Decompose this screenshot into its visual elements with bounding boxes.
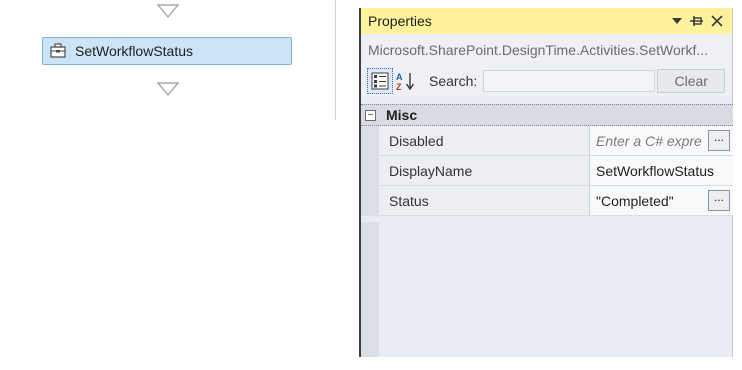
set-status-icon	[50, 43, 66, 58]
property-name: Status	[379, 186, 590, 215]
pin-icon[interactable]	[690, 14, 704, 28]
title-buttons	[670, 8, 724, 34]
property-row-displayname[interactable]: DisplayName SetWorkflowStatus	[361, 156, 733, 186]
property-name: DisplayName	[379, 156, 590, 185]
activity-label: SetWorkflowStatus	[75, 43, 194, 59]
clear-button[interactable]: Clear	[657, 69, 726, 93]
activity-setworkflowstatus[interactable]: SetWorkflowStatus	[42, 37, 292, 65]
properties-toolbar: A Z Search: Clear	[361, 66, 732, 96]
dropdown-icon[interactable]	[670, 14, 684, 28]
displayname-value[interactable]: SetWorkflowStatus	[596, 163, 714, 179]
grid-gutter-fill	[361, 222, 379, 357]
property-row-disabled[interactable]: Disabled Enter a C# expre ...	[361, 126, 733, 156]
search-label: Search:	[429, 73, 478, 89]
ellipsis-button[interactable]: ...	[708, 190, 730, 211]
property-grid: − Misc Disabled Enter a C# expre ... Dis…	[361, 104, 733, 216]
close-icon[interactable]	[710, 14, 724, 28]
search-input[interactable]	[483, 70, 656, 92]
svg-text:Z: Z	[396, 82, 402, 91]
properties-title: Properties	[368, 13, 432, 29]
drop-arrow-icon[interactable]	[157, 4, 179, 18]
workflow-designer: SetWorkflowStatus	[0, 0, 336, 370]
property-row-status[interactable]: Status "Completed" ...	[361, 186, 733, 216]
collapse-icon[interactable]: −	[365, 109, 376, 121]
expression-placeholder[interactable]: Enter a C# expre	[596, 133, 704, 149]
property-value-displayname[interactable]: SetWorkflowStatus	[590, 156, 733, 185]
property-name: Disabled	[379, 126, 590, 155]
properties-pane: Properties Microsoft.SharePoint.DesignTi…	[359, 8, 733, 357]
drop-arrow-icon[interactable]	[157, 82, 179, 96]
category-misc[interactable]: − Misc	[361, 104, 733, 126]
row-gutter	[361, 156, 379, 185]
svg-text:A: A	[396, 72, 403, 82]
row-gutter	[361, 186, 379, 215]
sort-alpha-icon[interactable]: A Z	[393, 68, 419, 94]
status-value[interactable]: "Completed"	[596, 193, 674, 209]
property-value-status[interactable]: "Completed" ...	[590, 186, 733, 215]
properties-title-bar[interactable]: Properties	[361, 8, 732, 34]
categorized-icon[interactable]	[367, 68, 393, 94]
ellipsis-button[interactable]: ...	[708, 130, 730, 151]
designer-divider	[335, 0, 336, 120]
category-label: Misc	[386, 107, 418, 123]
selected-object-type: Microsoft.SharePoint.DesignTime.Activiti…	[361, 34, 732, 66]
row-gutter	[361, 126, 379, 155]
property-value-disabled[interactable]: Enter a C# expre ...	[590, 126, 733, 155]
